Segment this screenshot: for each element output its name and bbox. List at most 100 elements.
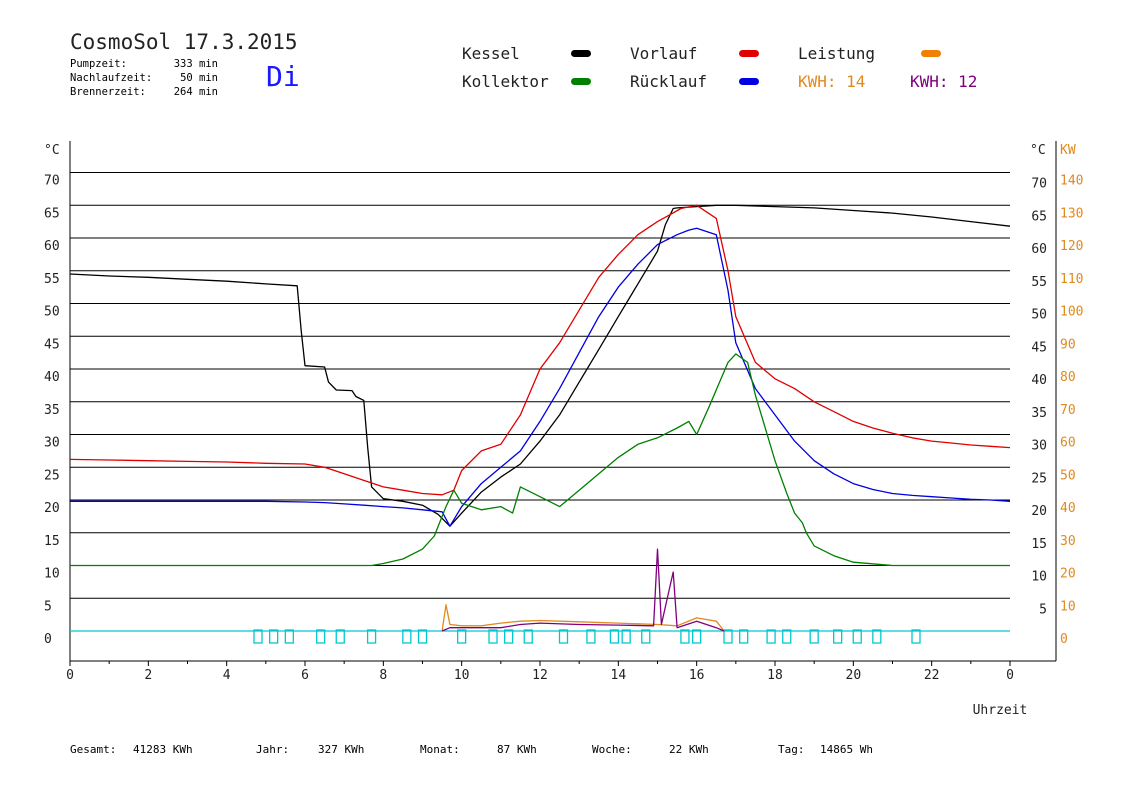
y-tick-right-kw: 60 xyxy=(1060,436,1076,451)
y-tick-left: 20 xyxy=(44,501,60,516)
series-line-r-cklauf xyxy=(70,227,1011,527)
y-tick-right-kw: 20 xyxy=(1060,567,1076,582)
footer-jahr-value: 327 KWh xyxy=(318,743,365,756)
pump-marker xyxy=(316,629,326,644)
x-tick-label: 12 xyxy=(532,668,548,683)
pump-marker xyxy=(504,629,514,644)
y-tick-right-c: 20 xyxy=(1031,504,1047,519)
y-tick-right-kw: 30 xyxy=(1060,534,1076,549)
pump-marker xyxy=(402,629,412,644)
x-tick-label: 6 xyxy=(301,668,309,683)
pump-marker xyxy=(284,629,294,644)
y-tick-left: 65 xyxy=(44,206,60,221)
pump-marker xyxy=(366,629,377,644)
footer-gesamt-value: 41283 KWh xyxy=(133,743,193,756)
y-tick-right-c: 30 xyxy=(1031,439,1047,454)
pump-marker xyxy=(457,629,467,644)
y-tick-right-c: 25 xyxy=(1031,471,1047,486)
pump-marker xyxy=(586,629,596,644)
y-tick-left: 30 xyxy=(44,436,60,451)
y-tick-right-c: 65 xyxy=(1031,209,1047,224)
pump-marker xyxy=(833,629,843,644)
y-unit-right-kw: KW xyxy=(1060,143,1076,158)
pump-marker xyxy=(488,629,498,644)
pump-marker xyxy=(692,629,702,644)
x-tick-label: 4 xyxy=(223,668,231,683)
footer-woche-label: Woche: xyxy=(592,743,632,756)
pump-marker xyxy=(609,629,620,644)
pump-marker xyxy=(523,629,533,644)
pump-marker xyxy=(335,629,345,644)
series-line-kwh2 xyxy=(441,548,725,632)
x-tick-label: 22 xyxy=(924,668,940,683)
y-tick-right-kw: 40 xyxy=(1060,501,1076,516)
footer-tag-value: 14865 Wh xyxy=(820,743,873,756)
y-tick-left: 5 xyxy=(44,599,52,614)
x-tick-label: 16 xyxy=(689,668,705,683)
x-tick-label: 14 xyxy=(611,668,627,683)
line-chart: 0 05 5 1010 10 2015 15 3020 20 4025 25 5030 30 6035 35… xyxy=(44,141,1083,718)
pump-marker xyxy=(558,629,569,644)
y-tick-right-c: 35 xyxy=(1031,406,1047,421)
pump-marker xyxy=(809,629,819,644)
x-tick-label: 8 xyxy=(379,668,387,683)
x-tick-label: 18 xyxy=(767,668,783,683)
pump-marker xyxy=(680,629,690,644)
y-tick-right-kw: 90 xyxy=(1060,337,1076,352)
y-tick-left: 40 xyxy=(44,370,60,385)
y-tick-left: 60 xyxy=(44,239,60,254)
x-tick-label: 2 xyxy=(144,668,152,683)
y-tick-left: 10 xyxy=(44,567,60,582)
series-line-kessel xyxy=(69,204,1011,527)
pump-marker xyxy=(621,629,631,644)
y-tick-left: 45 xyxy=(44,337,60,352)
y-tick-right-kw: 100 xyxy=(1060,305,1083,320)
y-tick-left: 50 xyxy=(44,305,60,320)
x-tick-label: 0 xyxy=(66,668,74,683)
pump-marker xyxy=(782,629,792,644)
pump-marker xyxy=(911,629,921,644)
pump-marker xyxy=(766,629,776,644)
pump-marker xyxy=(739,629,749,644)
pump-marker xyxy=(417,629,428,644)
y-tick-right-c: 70 xyxy=(1031,177,1047,192)
y-tick-right-c: 60 xyxy=(1031,242,1047,257)
x-tick-label: 10 xyxy=(454,668,470,683)
footer-monat-value: 87 KWh xyxy=(497,743,537,756)
series-line-kollektor xyxy=(70,353,1010,567)
y-unit-right-c: °C xyxy=(1030,143,1046,158)
y-tick-right-kw: 50 xyxy=(1060,468,1076,483)
y-tick-left: 0 xyxy=(44,632,52,647)
y-tick-right-kw: 70 xyxy=(1060,403,1076,418)
y-tick-right-c: 40 xyxy=(1031,373,1047,388)
y-tick-left: 70 xyxy=(44,174,60,189)
y-tick-right-c: 55 xyxy=(1031,275,1047,290)
y-tick-right-c: 10 xyxy=(1031,570,1047,585)
footer-tag-label: Tag: xyxy=(778,743,805,756)
y-tick-right-c: 15 xyxy=(1031,537,1047,552)
y-unit-left: °C xyxy=(44,143,60,158)
footer-gesamt-label: Gesamt: xyxy=(70,743,117,756)
x-axis-label: Uhrzeit xyxy=(973,703,1028,718)
y-tick-right-kw: 130 xyxy=(1060,206,1083,221)
pump-marker xyxy=(253,629,263,644)
x-tick-label: 0 xyxy=(1006,668,1014,683)
y-tick-right-kw: 120 xyxy=(1060,239,1083,254)
y-tick-right-kw: 110 xyxy=(1060,272,1083,287)
footer-woche-value: 22 KWh xyxy=(669,743,709,756)
y-tick-right-kw: 10 xyxy=(1060,599,1076,614)
y-tick-left: 35 xyxy=(44,403,60,418)
y-tick-right-kw: 0 xyxy=(1060,632,1068,647)
y-tick-right-c: 5 xyxy=(1039,602,1047,617)
footer-jahr-label: Jahr: xyxy=(256,743,290,756)
pump-marker xyxy=(852,629,862,644)
y-tick-right-c: 50 xyxy=(1031,308,1047,323)
pump-marker xyxy=(723,629,733,644)
series-line-vorlauf xyxy=(69,204,1011,496)
pump-marker xyxy=(872,629,882,644)
x-tick-label: 20 xyxy=(846,668,862,683)
y-tick-right-c: 45 xyxy=(1031,340,1047,355)
y-tick-left: 15 xyxy=(44,534,60,549)
y-tick-right-kw: 140 xyxy=(1060,174,1083,189)
pump-marker xyxy=(641,629,651,644)
